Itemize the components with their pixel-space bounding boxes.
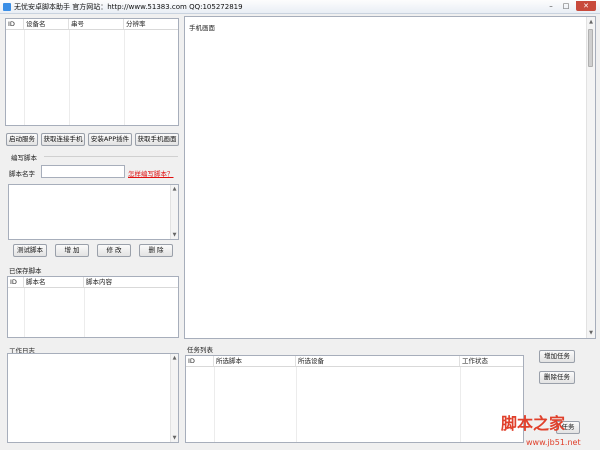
column-divider [124,30,125,125]
saved-scripts-header: ID 脚本名 脚本内容 [8,277,178,288]
column-divider [84,288,85,337]
column-id[interactable]: ID [186,356,214,366]
window-title: 无忧安卓脚本助手 官方网站：http://www.51383.com QQ:10… [14,3,243,11]
saved-scripts-title: 已保存脚本 [9,267,42,275]
script-name-label: 脚本名字 [9,170,35,178]
column-divider [24,288,25,337]
start-service-button[interactable]: 启动服务 [6,133,38,146]
column-divider [460,367,461,442]
watermark-url: www.jb51.net [526,438,581,447]
task-list-title: 任务列表 [187,346,213,354]
task-list-table[interactable]: ID 所选脚本 所选设备 工作状态 [185,355,524,443]
column-script-name[interactable]: 脚本名 [24,277,84,287]
saved-scripts-table[interactable]: ID 脚本名 脚本内容 [7,276,179,338]
task-list-header: ID 所选脚本 所选设备 工作状态 [186,356,523,367]
scroll-down-icon[interactable]: ▼ [171,232,178,238]
phone-screen-label: 手机画面 [189,24,215,32]
script-content-text [9,185,170,239]
app-icon [3,3,11,11]
column-serial[interactable]: 串号 [69,19,124,29]
maximize-button[interactable]: □ [559,1,573,11]
scroll-up-icon[interactable]: ▲ [171,355,178,361]
get-connected-phones-button[interactable]: 获取连接手机 [41,133,85,146]
scroll-down-icon[interactable]: ▼ [171,435,178,441]
column-selected-device[interactable]: 所选设备 [296,356,460,366]
script-name-input[interactable] [41,165,125,178]
column-device-name[interactable]: 设备名 [24,19,69,29]
work-log-text [9,355,169,442]
devices-table-header: ID 设备名 串号 分辨率 [6,19,178,30]
column-id[interactable]: ID [6,19,24,29]
how-to-write-script-link[interactable]: 怎样编写脚本？ [128,168,174,178]
scroll-down-icon[interactable]: ▼ [587,330,595,336]
delete-task-button[interactable]: 删除任务 [539,371,575,384]
test-script-button[interactable]: 测试脚本 [13,244,47,257]
devices-table[interactable]: ID 设备名 串号 分辨率 [5,18,179,126]
column-script-content[interactable]: 脚本内容 [84,277,178,287]
scroll-up-icon[interactable]: ▲ [587,19,595,25]
column-id[interactable]: ID [8,277,24,287]
title-bar: 无忧安卓脚本助手 官方网站：http://www.51383.com QQ:10… [0,0,600,14]
column-divider [296,367,297,442]
work-log-scrollbar[interactable]: ▲ ▼ [170,354,178,442]
script-editor-title: 编写脚本 [11,154,37,162]
phone-screen-panel[interactable]: 手机画面 ▲ ▼ [184,16,596,339]
delete-script-button[interactable]: 删 除 [139,244,173,257]
get-phone-screen-button[interactable]: 获取手机画面 [135,133,179,146]
section-divider [44,156,178,157]
column-resolution[interactable]: 分辨率 [124,19,178,29]
column-divider [214,367,215,442]
edit-script-button[interactable]: 修 改 [97,244,131,257]
add-script-button[interactable]: 增 加 [55,244,89,257]
close-button[interactable]: ✕ [576,1,596,11]
column-divider [69,30,70,125]
install-app-plugin-button[interactable]: 安装APP插件 [88,133,132,146]
script-content-scrollbar[interactable]: ▲ ▼ [170,185,178,239]
phone-screen-scrollbar[interactable]: ▲ ▼ [586,17,595,338]
watermark-logo: 脚本之家 [501,414,566,433]
add-task-button[interactable]: 增加任务 [539,350,575,363]
script-content-textarea[interactable]: ▲ ▼ [8,184,179,240]
column-divider [24,30,25,125]
minimize-button[interactable]: – [544,1,558,11]
work-log-textarea[interactable]: ▲ ▼ [7,353,179,443]
scroll-up-icon[interactable]: ▲ [171,186,178,192]
column-selected-script[interactable]: 所选脚本 [214,356,296,366]
scrollbar-thumb[interactable] [588,29,593,67]
column-work-status[interactable]: 工作状态 [460,356,523,366]
